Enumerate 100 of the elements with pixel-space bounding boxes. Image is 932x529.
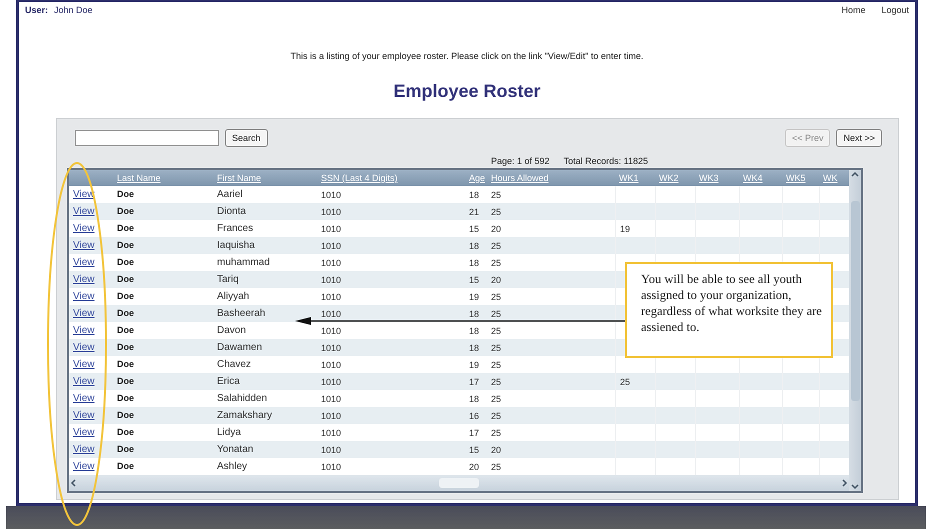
table-cell: muhammad [217, 257, 270, 268]
table-cell: 18 [469, 394, 480, 404]
table-cell: 1010 [321, 360, 342, 370]
table-cell: 1010 [321, 326, 342, 336]
table-cell: 1010 [321, 258, 342, 268]
view-link[interactable]: View [73, 359, 94, 370]
view-link[interactable]: View [73, 461, 94, 472]
view-link[interactable]: View [73, 206, 94, 217]
table-cell: 1010 [321, 190, 342, 200]
table-cell: 25 [491, 360, 502, 370]
table-cell: 25 [491, 308, 502, 318]
table-cell: 1010 [321, 274, 342, 284]
table-cell: Doe [117, 291, 134, 301]
table-cell: Doe [117, 444, 134, 454]
user-name: John Doe [54, 5, 93, 15]
view-link[interactable]: View [73, 308, 94, 319]
table-cell: Frances [217, 223, 254, 234]
scroll-thumb[interactable] [850, 200, 860, 400]
table-cell: Zamakshary [217, 410, 272, 421]
table-cell: Doe [117, 274, 134, 284]
table-cell: 17 [469, 428, 480, 438]
table-cell: 1010 [321, 444, 342, 454]
table-cell: 1010 [321, 410, 342, 420]
table-cell: 18 [469, 258, 480, 268]
nav-link[interactable]: Logout [881, 5, 909, 15]
table-cell: 1010 [321, 224, 342, 234]
table-cell: Aariel [217, 189, 243, 200]
nav-link[interactable]: Home [841, 5, 866, 15]
table-cell: 19 [620, 224, 630, 234]
table-cell: 25 [620, 376, 630, 386]
table-cell: 21 [469, 206, 480, 216]
view-link[interactable]: View [73, 240, 94, 251]
table-cell: 25 [491, 462, 502, 472]
view-link[interactable]: View [73, 274, 94, 285]
table-cell: Tariq [217, 274, 239, 285]
view-link[interactable]: View [73, 427, 94, 438]
table-cell: Aliyyah [217, 291, 250, 302]
view-link[interactable]: View [73, 291, 94, 302]
table-cell: Yonatan [217, 444, 254, 455]
table-cell: 25 [491, 376, 502, 386]
table-cell: Doe [117, 257, 134, 267]
table-cell: Doe [117, 206, 134, 216]
view-link[interactable]: View [73, 393, 94, 404]
table-cell: 1010 [321, 376, 342, 386]
table-cell: 17 [469, 376, 480, 386]
table-cell: Doe [117, 223, 134, 233]
table-cell: 20 [491, 274, 502, 284]
table-cell: 25 [491, 206, 502, 216]
table-cell: Doe [117, 410, 134, 420]
table-cell: Dawamen [217, 342, 262, 353]
table-cell: 1010 [321, 462, 342, 472]
table-cell: 20 [491, 224, 502, 234]
table-cell: 1010 [321, 240, 342, 250]
table-cell: 15 [469, 444, 480, 454]
table-cell: 18 [469, 326, 480, 336]
page-title: Employee Roster [392, 81, 542, 102]
intro-text: This is a listing of your employee roster. Please click on the link "View/Edit" to enter time. [290, 51, 644, 61]
table-cell: 16 [469, 410, 480, 420]
table-cell: 18 [469, 342, 480, 352]
view-link[interactable]: View [73, 257, 94, 268]
table-cell: 19 [469, 292, 480, 302]
table-cell: 25 [491, 258, 502, 268]
table-cell: 1010 [321, 342, 342, 352]
table-cell: 1010 [321, 428, 342, 438]
view-link[interactable]: View [73, 342, 94, 353]
table-cell: 20 [491, 444, 502, 454]
view-link[interactable]: View [73, 223, 94, 234]
vertical-scrollbar[interactable] [849, 170, 861, 491]
table-cell: Chavez [217, 359, 251, 370]
horizontal-scrollbar[interactable] [69, 475, 849, 491]
total-records: Total Records: 11825 [564, 156, 648, 166]
table-cell: Doe [117, 427, 134, 437]
table-cell: 15 [469, 274, 480, 284]
table-cell: Doe [117, 308, 134, 318]
callout-note: You will be able to see all youth assigned to your organization, regardless of what worksite they are assiened to. [625, 262, 833, 358]
view-link[interactable]: View [73, 410, 94, 421]
search-field[interactable] [75, 130, 219, 146]
search-button[interactable]: Search [225, 129, 268, 147]
table-cell: Ashley [217, 461, 248, 472]
next-button[interactable]: Next >> [836, 129, 882, 147]
table-cell: 1010 [321, 308, 342, 318]
table-cell: Doe [117, 376, 134, 386]
view-link[interactable]: View [73, 376, 94, 387]
view-link[interactable]: View [73, 325, 94, 336]
scroll-thumb[interactable] [439, 478, 479, 488]
table-cell: Doe [117, 325, 134, 335]
table-cell: Doe [117, 359, 134, 369]
table-cell: 25 [491, 342, 502, 352]
table-cell: 15 [469, 224, 480, 234]
table-cell: Doe [117, 393, 134, 403]
table-cell: 18 [469, 308, 480, 318]
table-cell: 18 [469, 240, 480, 250]
table-cell: 25 [491, 190, 502, 200]
view-link[interactable]: View [73, 444, 94, 455]
table-cell: Davon [217, 325, 246, 336]
table-cell: Basheerah [217, 308, 266, 319]
table-cell: 25 [491, 326, 502, 336]
table-cell: 1010 [321, 292, 342, 302]
table-cell: Iaquisha [217, 240, 255, 251]
table-cell: 20 [469, 462, 480, 472]
